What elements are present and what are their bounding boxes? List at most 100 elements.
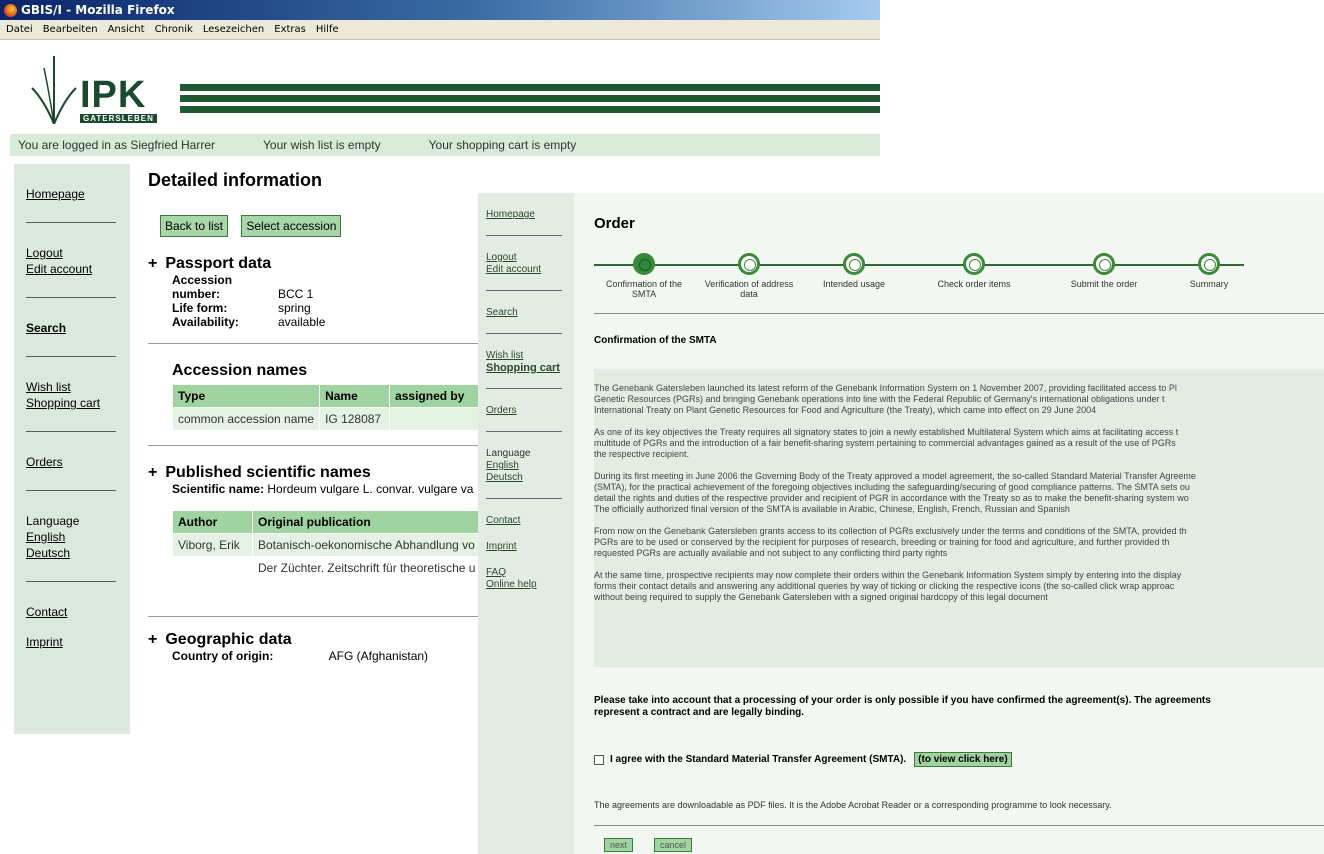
table-row: Der Züchter. Zeitschrift für theoretisch… [172,556,482,580]
table-header: Name [319,384,391,408]
menu-lesezeichen[interactable]: Lesezeichen [203,24,264,35]
nav-divider [486,388,562,389]
nav-logout[interactable]: Logout [26,245,130,261]
nav-contact[interactable]: Contact [486,515,574,527]
window-titlebar: GBIS/I - Mozilla Firefox [0,0,880,20]
nav-divider [486,290,562,291]
smta-text-box: The Genebank Gatersleben launched its la… [594,369,1324,667]
table-cell: Viborg, Erik [172,533,253,557]
next-button[interactable]: next [604,838,634,852]
site-header: IPK GATERSLEBEN [0,40,880,132]
status-bar: You are logged in as Siegfried Harrer Yo… [10,134,880,156]
nav-search[interactable]: Search [486,307,574,319]
step-intended-usage: Intended usage [804,253,904,289]
menu-chronik[interactable]: Chronik [155,24,193,35]
step-icon [843,253,865,275]
nav-wish-list[interactable]: Wish list [26,379,130,395]
smta-paragraph: From now on the Genebank Gatersleben gra… [594,526,1187,558]
step-icon [1198,253,1220,275]
table-cell: IG 128087 [319,407,391,431]
step-label: Summary [1189,279,1229,289]
nav-contact[interactable]: Contact [26,604,130,620]
table-header: Author [172,510,253,534]
back-to-list-button[interactable]: Back to list [160,215,229,237]
step-check-items: Check order items [924,253,1024,289]
menubar: Datei Bearbeiten Ansicht Chronik Lesezei… [0,20,880,40]
nav-divider [486,235,562,236]
expand-icon[interactable]: + [148,631,157,648]
table-cell: Der Züchter. Zeitschrift für theoretisch… [251,556,482,580]
nav-orders[interactable]: Orders [486,405,574,417]
expand-icon[interactable]: + [148,464,157,481]
nav-deutsch[interactable]: Deutsch [26,545,130,561]
nav-edit-account[interactable]: Edit account [486,264,574,276]
nav-language-label: Language [26,514,80,528]
section-divider [148,343,478,344]
view-smta-link[interactable]: (to view click here) [914,752,1012,767]
order-window: Homepage Logout Edit account Search Wish… [478,193,1324,854]
nav-edit-account[interactable]: Edit account [26,261,130,277]
agree-checkbox[interactable] [594,754,604,765]
step-confirmation: Confirmation of the SMTA [594,253,694,299]
nav-online-help[interactable]: Online help [486,579,574,591]
page-title: Detailed information [148,170,323,190]
page-title: Order [594,215,635,232]
nav-search[interactable]: Search [26,320,130,336]
nav-imprint[interactable]: Imprint [486,541,574,553]
nav-english[interactable]: English [486,460,574,472]
nav-shopping-cart[interactable]: Shopping cart [486,362,574,374]
table-cell [389,407,481,431]
nav-homepage[interactable]: Homepage [26,186,130,202]
smta-paragraph: As one of its key objectives the Treaty … [594,427,1179,459]
kv-value: available [278,315,326,329]
kv-key: Availability: [172,315,239,329]
nav-divider [26,431,116,432]
menu-extras[interactable]: Extras [274,24,306,35]
kv-key: Life form: [172,301,228,315]
wish-list-status: Your wish list is empty [263,138,381,152]
step-label: Check order items [937,279,1011,289]
step-label: Submit the order [1070,279,1138,289]
menu-datei[interactable]: Datei [6,24,33,35]
logged-in-status: You are logged in as Siegfried Harrer [18,138,216,152]
step-icon [738,253,760,275]
smta-paragraph: The Genebank Gatersleben launched its la… [594,383,1177,415]
nav-divider [486,431,562,432]
menu-ansicht[interactable]: Ansicht [108,24,145,35]
kv-key: Scientific name: [172,482,265,496]
legal-notice: Please take into account that a processi… [594,695,1211,718]
cart-status: Your shopping cart is empty [428,138,577,152]
nav-shopping-cart[interactable]: Shopping cart [26,395,130,411]
nav-divider [486,333,562,334]
step-label: Confirmation of the SMTA [605,279,683,299]
nav-faq[interactable]: FAQ [486,567,574,579]
cancel-button[interactable]: cancel [654,838,693,852]
agree-label: I agree with the Standard Material Trans… [610,754,907,765]
nav-orders[interactable]: Orders [26,454,130,470]
kv-value: AFG (Afghanistan) [328,649,429,663]
nav-deutsch[interactable]: Deutsch [486,472,574,484]
nav-wish-list[interactable]: Wish list [486,350,574,362]
divider [594,825,1324,826]
section-divider [148,616,478,617]
accession-names-table: Type Name assigned by common accession n… [171,384,481,431]
step-icon [963,253,985,275]
table-cell: Botanisch-oekonomische Abhandlung vo [251,533,482,557]
nav-divider [486,498,562,499]
sidebar: Homepage Logout Edit account Search Wish… [14,164,130,734]
nav-imprint[interactable]: Imprint [26,634,130,650]
nav-english[interactable]: English [26,529,130,545]
nav-divider [26,581,116,582]
logo-word: IPK [80,74,147,116]
nav-homepage[interactable]: Homepage [486,209,574,221]
select-accession-button[interactable]: Select accession [241,215,342,237]
table-cell: common accession name [171,407,321,431]
kv-value: spring [278,301,311,315]
menu-bearbeiten[interactable]: Bearbeiten [43,24,98,35]
order-sidebar: Homepage Logout Edit account Search Wish… [478,193,574,854]
nav-logout[interactable]: Logout [486,252,574,264]
firefox-icon [4,3,17,17]
table-row: common accession name IG 128087 [171,407,481,431]
menu-hilfe[interactable]: Hilfe [316,24,339,35]
expand-icon[interactable]: + [148,255,157,272]
